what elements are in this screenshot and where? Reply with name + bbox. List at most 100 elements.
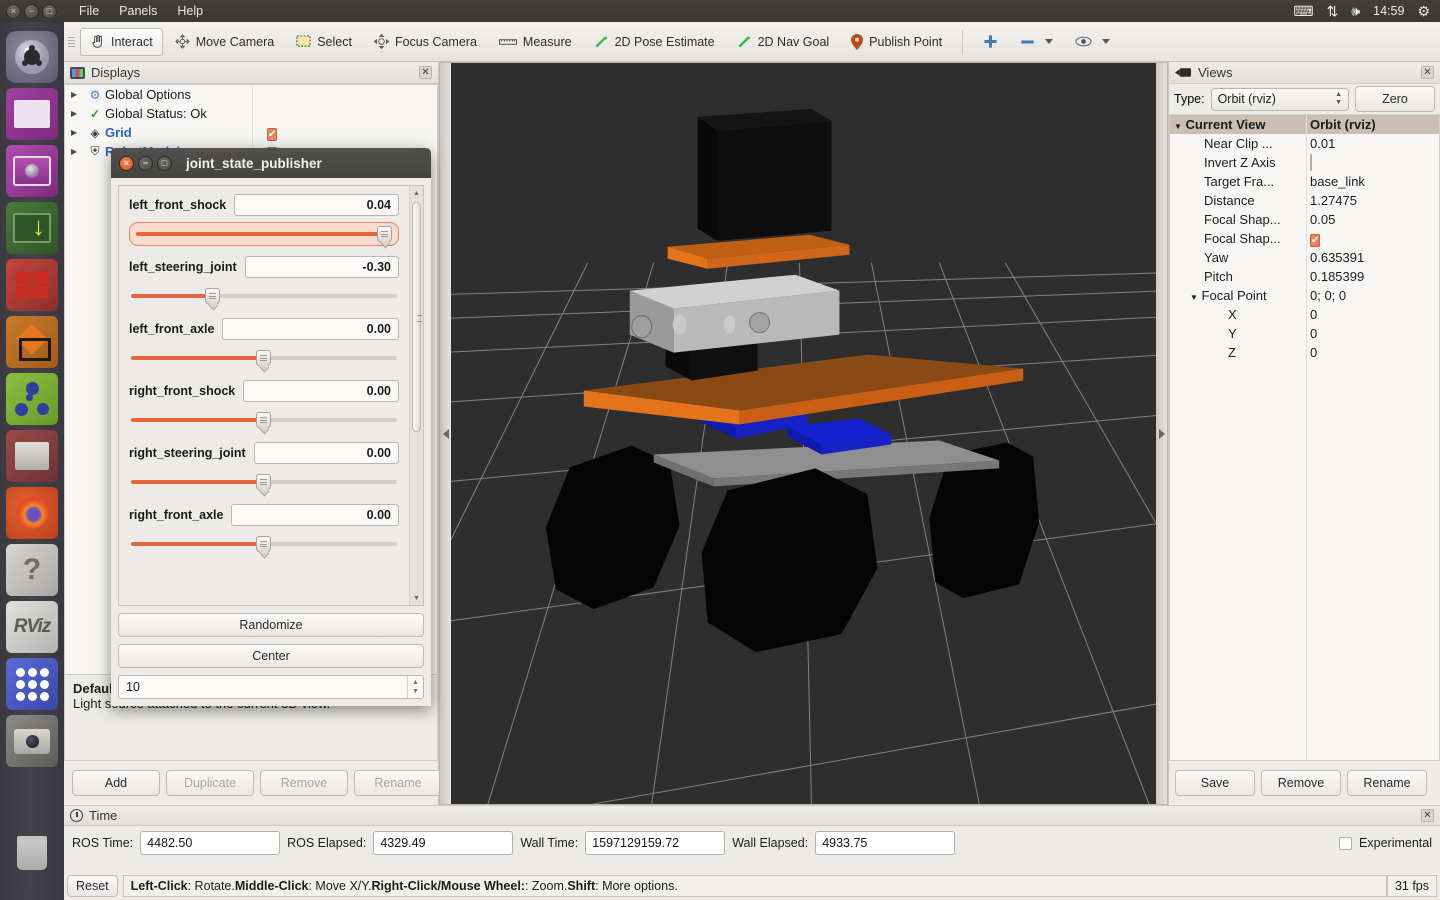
- close-icon[interactable]: ×: [6, 3, 21, 19]
- property-value[interactable]: 0.05: [1306, 212, 1335, 227]
- joint-value-input[interactable]: 0.00: [231, 504, 399, 526]
- views-row-focal-point[interactable]: ▼ Focal Point 0; 0; 0: [1170, 286, 1439, 305]
- rename-view-button[interactable]: Rename: [1347, 770, 1427, 796]
- launcher-item-file-cabinet[interactable]: [6, 430, 58, 482]
- views-row-focal-shape-size[interactable]: Focal Shap... 0.05: [1170, 210, 1439, 229]
- randomize-button[interactable]: Randomize: [118, 613, 424, 637]
- views-row-pitch[interactable]: Pitch 0.185399: [1170, 267, 1439, 286]
- toolbar-drag-handle[interactable]: [68, 31, 75, 53]
- chevron-updown-icon[interactable]: ▲ ▼: [1335, 91, 1342, 106]
- chevron-down-icon[interactable]: ▼: [1190, 293, 1198, 302]
- joint-slider[interactable]: [129, 284, 399, 308]
- launcher-item-show-applications[interactable]: [6, 658, 58, 710]
- checkbox-unchecked-icon[interactable]: [1310, 154, 1312, 171]
- jsp-titlebar[interactable]: × − □ joint_state_publisher: [111, 148, 431, 178]
- tree-row-global-status[interactable]: ▶ ✓ Global Status: Ok: [65, 104, 437, 123]
- tool-select[interactable]: Select: [286, 28, 362, 56]
- views-property-tree[interactable]: ▼ Current View Orbit (rviz) Near Clip ..…: [1169, 114, 1440, 761]
- menu-help[interactable]: Help: [177, 4, 203, 18]
- tool-2d-pose-estimate[interactable]: 2D Pose Estimate: [584, 28, 725, 56]
- zero-button[interactable]: Zero: [1355, 86, 1435, 112]
- launcher-item-rqt-graph[interactable]: [6, 373, 58, 425]
- launcher-item-amplifier[interactable]: [6, 145, 58, 197]
- launcher-item-rviz[interactable]: RViz: [6, 601, 58, 653]
- maximize-icon[interactable]: □: [42, 3, 57, 19]
- add-display-button[interactable]: Add: [72, 770, 160, 796]
- spinner-arrows-icon[interactable]: ▲ ▼: [407, 676, 423, 698]
- scroll-up-icon[interactable]: ▲: [410, 186, 423, 200]
- wall-elapsed-input[interactable]: 4933.75: [815, 831, 956, 855]
- checkbox-unchecked-icon[interactable]: [1339, 836, 1353, 850]
- chevron-right-icon[interactable]: ▶: [71, 90, 85, 99]
- keyboard-icon[interactable]: ⌨: [1293, 4, 1313, 18]
- views-tree-header[interactable]: ▼ Current View Orbit (rviz): [1170, 115, 1439, 134]
- launcher-item-ubuntu-dash[interactable]: [6, 31, 58, 83]
- launcher-item-terminator[interactable]: [6, 202, 58, 254]
- view-type-select[interactable]: Orbit (rviz) ▲ ▼: [1210, 87, 1349, 111]
- views-row-focal-point-x[interactable]: X 0: [1170, 305, 1439, 324]
- checkbox-checked-icon[interactable]: ✔: [1310, 233, 1321, 247]
- joint-slider[interactable]: [129, 532, 399, 556]
- checkbox-checked-icon[interactable]: ✔: [267, 127, 278, 141]
- joint-value-input[interactable]: -0.30: [244, 256, 399, 278]
- jsp-vertical-scrollbar[interactable]: ▲ ▼: [409, 186, 423, 605]
- views-row-focal-point-z[interactable]: Z 0: [1170, 343, 1439, 362]
- tool-move-camera[interactable]: Move Camera: [165, 28, 285, 56]
- views-row-distance[interactable]: Distance 1.27475: [1170, 191, 1439, 210]
- chevron-down-icon[interactable]: [1102, 39, 1111, 44]
- views-row-near-clip[interactable]: Near Clip ... 0.01: [1170, 134, 1439, 153]
- launcher-item-gazebo[interactable]: [6, 316, 58, 368]
- launcher-item-firefox[interactable]: [6, 487, 58, 539]
- joint-value-input[interactable]: 0.00: [253, 442, 399, 464]
- chevron-down-icon[interactable]: [1045, 39, 1054, 44]
- chevron-right-icon[interactable]: ▶: [71, 147, 85, 156]
- remove-tool-button[interactable]: [1010, 28, 1063, 56]
- property-value[interactable]: 0: [1306, 345, 1317, 360]
- joint-value-input[interactable]: 0.00: [222, 318, 399, 340]
- joint-state-publisher-dialog[interactable]: × − □ joint_state_publisher left_front_s…: [111, 148, 431, 706]
- close-icon[interactable]: ✕: [419, 66, 432, 79]
- collapse-right-panel-handle[interactable]: [1156, 63, 1167, 804]
- tool-publish-point[interactable]: Publish Point: [841, 28, 952, 56]
- chevron-right-icon[interactable]: ▶: [71, 128, 85, 137]
- save-view-button[interactable]: Save: [1175, 770, 1255, 796]
- property-value[interactable]: 0: [1306, 307, 1317, 322]
- joint-slider[interactable]: [129, 470, 399, 494]
- views-row-focal-shape-fixed-size[interactable]: Focal Shap... ✔: [1170, 229, 1439, 248]
- property-value[interactable]: 0: [1306, 326, 1317, 341]
- experimental-toggle[interactable]: Experimental: [1339, 836, 1432, 850]
- slider-handle[interactable]: [376, 225, 392, 243]
- slider-handle[interactable]: [255, 349, 271, 367]
- volume-icon[interactable]: 🕪: [1351, 4, 1360, 18]
- minimize-icon[interactable]: −: [138, 155, 153, 171]
- launcher-item-red-app[interactable]: [6, 259, 58, 311]
- close-icon[interactable]: ✕: [1421, 809, 1434, 822]
- launcher-item-help[interactable]: ?: [6, 544, 58, 596]
- property-value[interactable]: 0.635391: [1306, 250, 1364, 265]
- duplicate-display-button[interactable]: Duplicate: [166, 770, 254, 796]
- wall-time-input[interactable]: 1597129159.72: [585, 831, 726, 855]
- tool-focus-camera[interactable]: Focus Camera: [364, 28, 487, 56]
- tree-row-global-options[interactable]: ▶ ⚙ Global Options: [65, 85, 437, 104]
- views-row-yaw[interactable]: Yaw 0.635391: [1170, 248, 1439, 267]
- views-row-focal-point-y[interactable]: Y 0: [1170, 324, 1439, 343]
- joint-slider[interactable]: [129, 222, 399, 246]
- slider-handle[interactable]: [204, 287, 220, 305]
- rate-spinbox[interactable]: 10 ▲ ▼: [118, 675, 424, 699]
- joint-slider[interactable]: [129, 346, 399, 370]
- views-row-target-frame[interactable]: Target Fra... base_link: [1170, 172, 1439, 191]
- property-value[interactable]: 1.27475: [1306, 193, 1357, 208]
- 3d-viewport[interactable]: [439, 62, 1168, 805]
- network-updown-icon[interactable]: ⇅: [1327, 4, 1339, 18]
- collapse-left-panel-handle[interactable]: [440, 63, 451, 804]
- joint-value-input[interactable]: 0.00: [243, 380, 399, 402]
- property-value[interactable]: 0.185399: [1306, 269, 1364, 284]
- property-value[interactable]: base_link: [1306, 174, 1365, 189]
- jsp-scroll-area[interactable]: left_front_shock 0.04 left_steering_join…: [118, 185, 424, 606]
- ros-time-input[interactable]: 4482.50: [140, 831, 281, 855]
- scroll-down-icon[interactable]: ▼: [410, 591, 423, 605]
- remove-display-button[interactable]: Remove: [260, 770, 348, 796]
- tool-2d-nav-goal[interactable]: 2D Nav Goal: [727, 28, 840, 56]
- rename-display-button[interactable]: Rename: [354, 770, 442, 796]
- ros-elapsed-input[interactable]: 4329.49: [373, 831, 514, 855]
